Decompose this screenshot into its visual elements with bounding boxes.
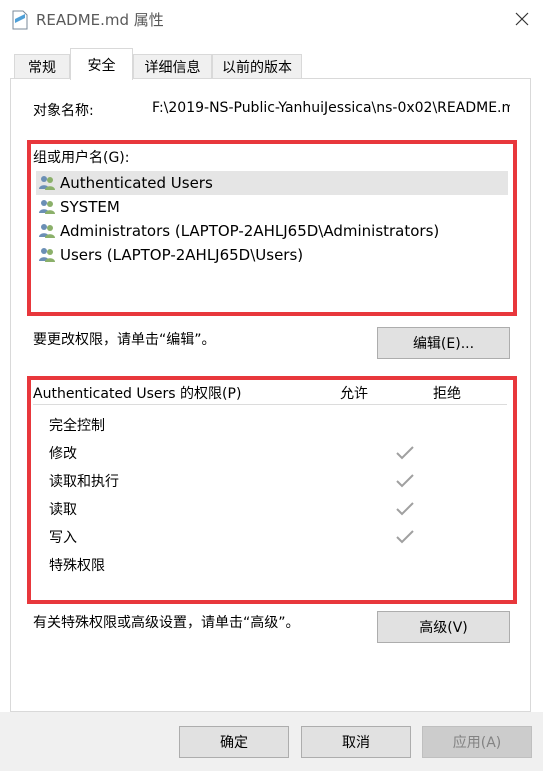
object-name-label: 对象名称:	[33, 103, 94, 119]
permission-row: 读取	[49, 497, 489, 521]
tab-general[interactable]: 常规	[14, 54, 70, 78]
user-name: Authenticated Users	[60, 174, 213, 192]
check-icon	[396, 446, 414, 460]
permissions-title: Authenticated Users 的权限(P)	[33, 386, 242, 402]
users-icon	[39, 200, 55, 214]
permission-name: 特殊权限	[49, 558, 105, 574]
permission-row: 完全控制	[49, 413, 489, 437]
permission-row: 修改	[49, 441, 489, 465]
users-icon	[39, 224, 55, 238]
permission-row: 读取和执行	[49, 469, 489, 493]
permission-row: 特殊权限	[49, 553, 489, 577]
permission-name: 读取	[49, 502, 77, 518]
user-name: Users (LAPTOP-2AHLJ65D\Users)	[60, 246, 304, 264]
users-icon	[39, 176, 55, 190]
edit-button[interactable]: 编辑(E)...	[377, 327, 510, 359]
apply-button[interactable]: 应用(A)	[422, 726, 532, 758]
check-icon	[396, 502, 414, 516]
permissions-header: Authenticated Users 的权限(P) 允许 拒绝	[33, 383, 507, 405]
list-item[interactable]: SYSTEM	[36, 195, 508, 219]
window-title: README.md 属性	[36, 11, 164, 29]
allow-column-header: 允许	[340, 386, 368, 402]
tab-security[interactable]: 安全	[70, 48, 133, 80]
user-name: SYSTEM	[60, 198, 120, 216]
users-list[interactable]: Authenticated Users SYSTEM Administrator…	[36, 168, 510, 304]
cancel-button[interactable]: 取消	[301, 726, 411, 758]
close-button[interactable]	[500, 0, 543, 38]
title-bar: README.md 属性	[0, 0, 543, 40]
list-item[interactable]: Administrators (LAPTOP-2AHLJ65D\Administ…	[36, 219, 508, 243]
permission-row: 写入	[49, 525, 489, 549]
groups-label: 组或用户名(G):	[33, 150, 130, 166]
check-icon	[396, 474, 414, 488]
edit-hint: 要更改权限，请单击“编辑”。	[33, 332, 216, 348]
header-divider	[33, 404, 507, 405]
users-icon	[39, 248, 55, 262]
deny-column-header: 拒绝	[433, 386, 461, 402]
list-item[interactable]: Authenticated Users	[36, 171, 508, 195]
ok-button[interactable]: 确定	[179, 726, 289, 758]
close-icon	[515, 12, 528, 26]
permission-name: 完全控制	[49, 418, 105, 434]
permission-name: 读取和执行	[49, 474, 119, 490]
permission-name: 写入	[49, 530, 77, 546]
advanced-button[interactable]: 高级(V)	[377, 611, 510, 643]
advanced-hint: 有关特殊权限或高级设置，请单击“高级”。	[33, 615, 300, 631]
user-name: Administrators (LAPTOP-2AHLJ65D\Administ…	[60, 222, 440, 240]
tab-details[interactable]: 详细信息	[133, 54, 212, 78]
list-item[interactable]: Users (LAPTOP-2AHLJ65D\Users)	[36, 243, 508, 267]
file-icon	[12, 10, 28, 30]
permission-name: 修改	[49, 446, 77, 462]
object-name-value: F:\2019-NS-Public-YanhuiJessica\ns-0x02\…	[152, 100, 510, 116]
check-icon	[396, 530, 414, 544]
tab-previous-versions[interactable]: 以前的版本	[212, 54, 302, 78]
